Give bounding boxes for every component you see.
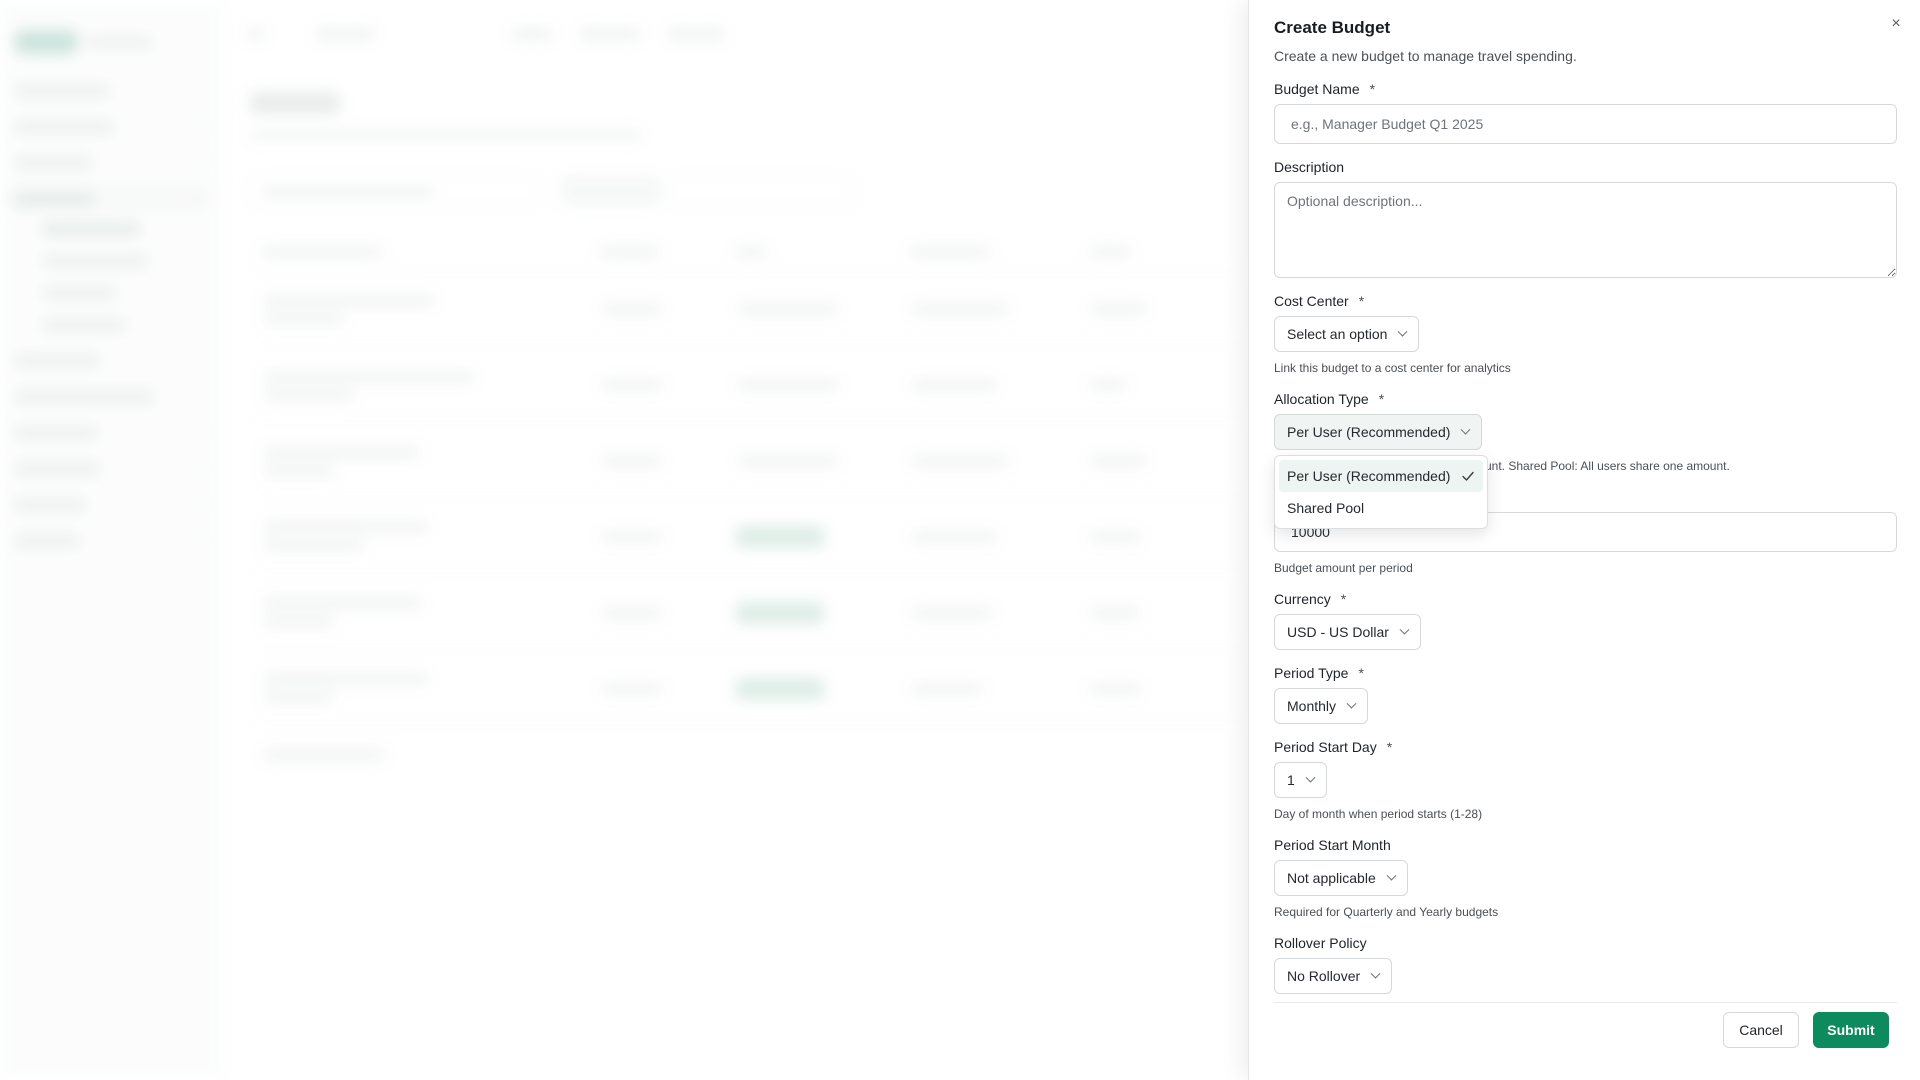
description-textarea[interactable]: [1274, 182, 1897, 278]
period-start-month-value: Not applicable: [1287, 870, 1376, 886]
description-label: Description: [1274, 159, 1345, 175]
currency-select[interactable]: USD - US Dollar: [1274, 614, 1421, 650]
drawer-title: Create Budget: [1274, 18, 1391, 37]
chevron-down-icon: [1386, 870, 1397, 881]
close-icon[interactable]: ×: [1886, 14, 1906, 34]
chevron-down-icon: [1399, 624, 1410, 635]
create-budget-drawer: Create Budget Create a new budget to man…: [1248, 0, 1920, 1080]
allocation-type-helper: unt. Shared Pool: All users share one am…: [1485, 459, 1730, 473]
rollover-policy-label: Rollover Policy: [1274, 935, 1367, 951]
rollover-policy-value: No Rollover: [1287, 968, 1361, 984]
period-start-month-label: Period Start Month: [1274, 837, 1391, 853]
period-type-label: Period Type *: [1274, 665, 1364, 681]
period-start-day-helper: Day of month when period starts (1-28): [1274, 807, 1483, 821]
chevron-down-icon: [1346, 698, 1357, 709]
currency-value: USD - US Dollar: [1287, 624, 1389, 640]
allocation-type-label: Allocation Type *: [1274, 391, 1385, 407]
chevron-down-icon: [1305, 772, 1316, 783]
cost-center-label: Cost Center *: [1274, 293, 1365, 309]
period-type-value: Monthly: [1287, 698, 1337, 714]
modal-overlay[interactable]: [0, 0, 1248, 1080]
submit-button[interactable]: Submit: [1813, 1012, 1889, 1048]
check-icon: [1461, 469, 1475, 483]
budget-name-label: Budget Name *: [1274, 81, 1376, 97]
chevron-down-icon: [1397, 326, 1408, 337]
menu-option-shared-pool[interactable]: Shared Pool: [1279, 492, 1483, 524]
drawer-description: Create a new budget to manage travel spe…: [1274, 48, 1577, 64]
menu-option-per-user[interactable]: Per User (Recommended): [1279, 460, 1483, 492]
rollover-policy-select[interactable]: No Rollover: [1274, 958, 1393, 994]
cost-center-select[interactable]: Select an option: [1274, 316, 1420, 352]
period-type-select[interactable]: Monthly: [1274, 688, 1369, 724]
period-start-day-select[interactable]: 1: [1274, 762, 1327, 798]
allocation-type-menu: Per User (Recommended) Shared Pool: [1274, 455, 1488, 529]
allocation-type-select[interactable]: Per User (Recommended): [1274, 414, 1483, 450]
period-start-day-label: Period Start Day *: [1274, 739, 1393, 755]
budget-name-input[interactable]: [1274, 104, 1897, 144]
chevron-down-icon: [1370, 968, 1381, 979]
period-start-month-select[interactable]: Not applicable: [1274, 860, 1408, 896]
period-start-day-value: 1: [1287, 772, 1295, 788]
currency-label: Currency *: [1274, 591, 1347, 607]
footer-divider: [1274, 1002, 1897, 1003]
cancel-button[interactable]: Cancel: [1723, 1012, 1799, 1048]
chevron-down-icon: [1460, 424, 1471, 435]
amount-helper: Budget amount per period: [1274, 561, 1413, 575]
allocation-type-value: Per User (Recommended): [1287, 424, 1451, 440]
cost-center-helper: Link this budget to a cost center for an…: [1274, 361, 1511, 375]
period-start-month-helper: Required for Quarterly and Yearly budget…: [1274, 905, 1499, 919]
cost-center-value: Select an option: [1287, 326, 1388, 342]
